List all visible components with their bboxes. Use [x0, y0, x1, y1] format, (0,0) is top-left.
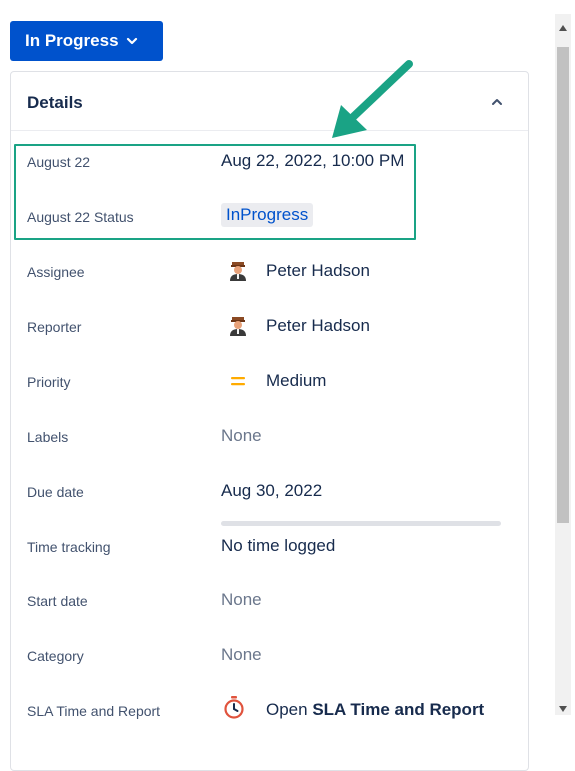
- status-button[interactable]: In Progress: [10, 21, 163, 61]
- field-due-date: Due date Aug 30, 2022: [11, 478, 528, 508]
- field-reporter: Reporter Peter Hadson: [11, 313, 528, 343]
- field-label: Time tracking: [27, 539, 111, 555]
- sla-link[interactable]: Open SLA Time and Report: [266, 700, 484, 720]
- sla-link-prefix: Open: [266, 700, 313, 719]
- status-button-label: In Progress: [25, 31, 119, 50]
- sla-link-text: SLA Time and Report: [312, 700, 485, 719]
- annotation-highlight-box: [14, 144, 416, 240]
- time-tracking-bar[interactable]: [221, 521, 501, 526]
- chevron-up-icon[interactable]: [490, 95, 504, 109]
- field-category: Category None: [11, 642, 528, 672]
- scrollbar-thumb[interactable]: [557, 47, 569, 523]
- category-value[interactable]: None: [221, 645, 262, 665]
- field-label: Priority: [27, 374, 71, 390]
- scrollbar[interactable]: [555, 14, 571, 715]
- priority-value[interactable]: Medium: [266, 371, 326, 391]
- avatar[interactable]: [228, 316, 248, 336]
- reporter-name[interactable]: Peter Hadson: [266, 316, 370, 336]
- details-title: Details: [27, 93, 83, 112]
- field-assignee: Assignee Peter Hadson: [11, 258, 528, 288]
- stopwatch-icon: [224, 696, 244, 719]
- avatar[interactable]: [228, 261, 248, 281]
- field-label: SLA Time and Report: [27, 703, 161, 719]
- field-labels: Labels None: [11, 423, 528, 453]
- field-label: Start date: [27, 593, 88, 609]
- scroll-down-arrow-icon[interactable]: [559, 706, 567, 712]
- assignee-name[interactable]: Peter Hadson: [266, 261, 370, 281]
- priority-medium-icon: [231, 377, 245, 386]
- start-date-value[interactable]: None: [221, 590, 262, 610]
- field-sla-time-and-report: SLA Time and Report Open SLA Time and Re…: [11, 696, 528, 727]
- field-label: Assignee: [27, 264, 85, 280]
- field-priority: Priority Medium: [11, 368, 528, 398]
- time-tracking-value[interactable]: No time logged: [221, 536, 335, 556]
- field-time-tracking: Time tracking No time logged: [11, 521, 528, 563]
- field-label: Due date: [27, 484, 84, 500]
- annotation-arrow-icon: [332, 60, 413, 138]
- field-label: Category: [27, 648, 84, 664]
- chevron-down-icon: [126, 37, 138, 45]
- labels-value[interactable]: None: [221, 426, 262, 446]
- details-header[interactable]: Details: [11, 72, 528, 131]
- field-start-date: Start date None: [11, 587, 528, 617]
- field-label: Labels: [27, 429, 69, 445]
- scroll-up-arrow-icon[interactable]: [559, 25, 567, 31]
- field-label: Reporter: [27, 319, 82, 335]
- due-date-value[interactable]: Aug 30, 2022: [221, 481, 322, 501]
